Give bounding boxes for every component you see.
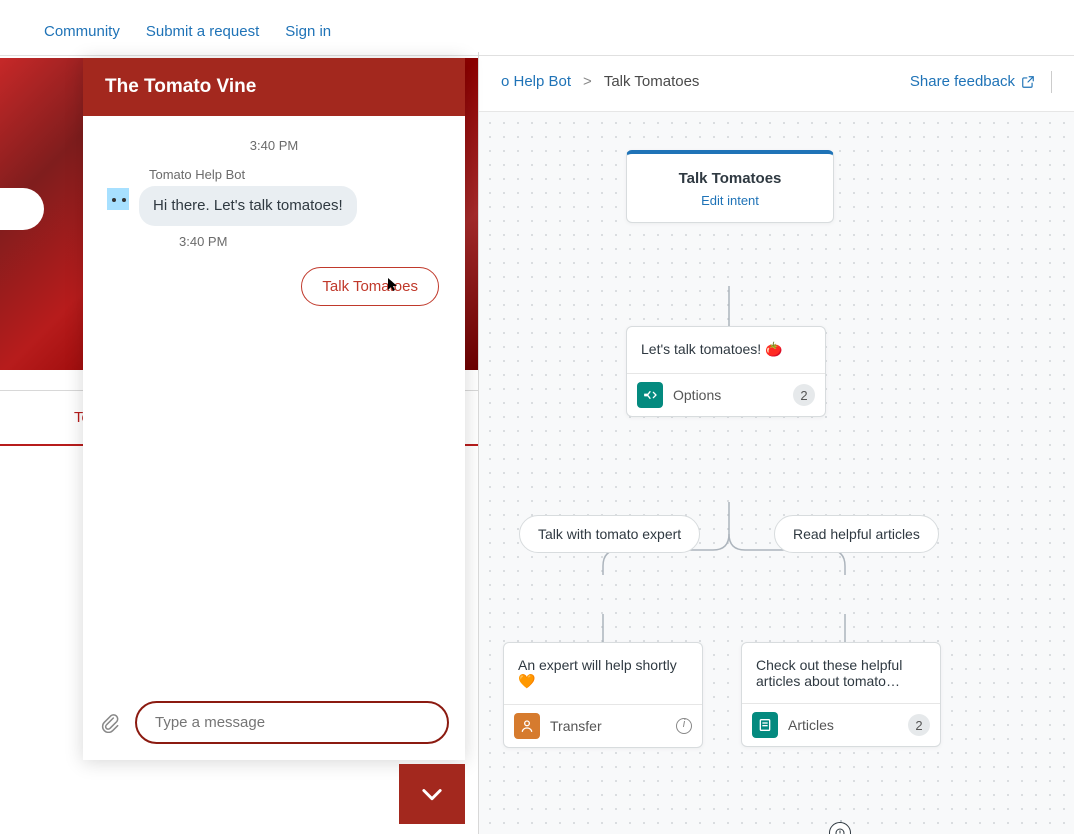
top-nav: Community Submit a request Sign in (0, 8, 1074, 56)
options-node-footer: Options 2 (627, 373, 825, 416)
builder-actions: Share feedback (910, 71, 1052, 93)
breadcrumb: o Help Bot > Talk Tomatoes (501, 73, 699, 90)
chat-timestamp-center: 3:40 PM (105, 138, 443, 153)
chevron-right-icon: > (583, 73, 592, 90)
options-footer-label: Options (673, 387, 783, 403)
articles-node[interactable]: Check out these helpful articles about t… (741, 642, 941, 747)
quick-reply-label: Talk Tomatoes (322, 278, 418, 295)
transfer-footer-label: Transfer (550, 718, 666, 734)
flow-canvas[interactable]: Talk Tomatoes Edit intent Let's talk tom… (479, 112, 1074, 834)
bot-avatar-icon (105, 186, 131, 212)
builder-toolbar: o Help Bot > Talk Tomatoes Share feedbac… (479, 52, 1074, 112)
chat-message-row: Hi there. Let's talk tomatoes! (105, 186, 443, 226)
quick-reply-button[interactable]: Talk Tomatoes (301, 267, 439, 306)
cursor-icon (388, 278, 398, 292)
quick-reply-row: Talk Tomatoes (105, 267, 443, 306)
articles-count-badge: 2 (908, 714, 930, 736)
end-node-icon[interactable] (829, 822, 851, 834)
attach-icon[interactable] (99, 712, 121, 734)
chat-header-title: The Tomato Vine (83, 58, 465, 116)
hero-search-pill (0, 188, 44, 230)
external-link-icon (1021, 75, 1035, 89)
articles-footer-label: Articles (788, 717, 898, 733)
nav-signin[interactable]: Sign in (285, 23, 331, 40)
toolbar-divider (1051, 71, 1052, 93)
chevron-down-icon (418, 780, 446, 808)
edit-intent-link[interactable]: Edit intent (639, 193, 821, 208)
chat-timestamp-small: 3:40 PM (179, 234, 443, 249)
flow-builder: o Help Bot > Talk Tomatoes Share feedbac… (478, 52, 1074, 834)
share-feedback-link[interactable]: Share feedback (910, 73, 1035, 90)
articles-node-footer: Articles 2 (742, 703, 940, 746)
root-node-title: Talk Tomatoes (639, 170, 821, 187)
options-count-badge: 2 (793, 384, 815, 406)
option-pill-articles[interactable]: Read helpful articles (774, 515, 939, 553)
transfer-node[interactable]: An expert will help shortly 🧡 Transfer (503, 642, 703, 748)
info-icon[interactable] (676, 718, 692, 734)
root-node[interactable]: Talk Tomatoes Edit intent (626, 150, 834, 223)
chat-input[interactable] (135, 701, 449, 744)
articles-icon (752, 712, 778, 738)
share-feedback-label: Share feedback (910, 73, 1015, 90)
chat-sender-label: Tomato Help Bot (149, 167, 443, 182)
options-node[interactable]: Let's talk tomatoes! 🍅 Options 2 (626, 326, 826, 417)
chat-bubble: Hi there. Let's talk tomatoes! (139, 186, 357, 226)
chat-widget: The Tomato Vine 3:40 PM Tomato Help Bot … (83, 58, 465, 760)
nav-community[interactable]: Community (44, 23, 120, 40)
chat-toggle-button[interactable] (399, 764, 465, 824)
option-pill-expert[interactable]: Talk with tomato expert (519, 515, 700, 553)
breadcrumb-parent[interactable]: o Help Bot (501, 73, 571, 90)
transfer-icon (514, 713, 540, 739)
transfer-node-footer: Transfer (504, 704, 702, 747)
breadcrumb-current: Talk Tomatoes (604, 73, 700, 90)
chat-footer (83, 689, 465, 760)
options-icon (637, 382, 663, 408)
transfer-node-body: An expert will help shortly 🧡 (504, 643, 702, 704)
nav-submit-request[interactable]: Submit a request (146, 23, 259, 40)
chat-body: 3:40 PM Tomato Help Bot Hi there. Let's … (83, 116, 465, 689)
articles-node-body: Check out these helpful articles about t… (742, 643, 940, 703)
options-node-body: Let's talk tomatoes! 🍅 (627, 327, 825, 373)
